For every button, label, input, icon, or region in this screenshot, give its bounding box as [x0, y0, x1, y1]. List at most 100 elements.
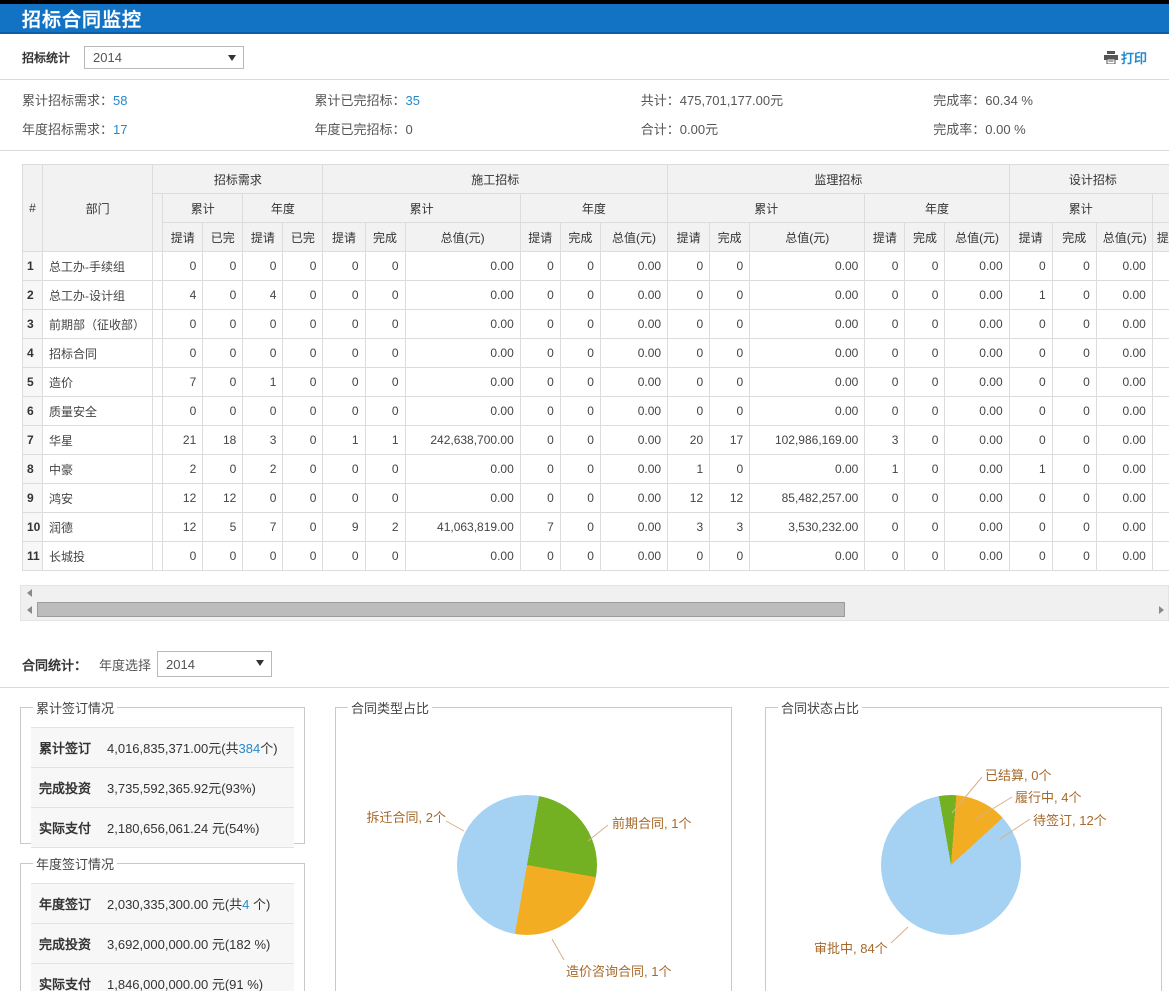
- value-cell: 0: [668, 542, 710, 571]
- colheader-requested: 提请: [865, 223, 905, 252]
- value-cell: 0: [1052, 484, 1096, 513]
- stat-year-amount: 合计：0.00元: [641, 119, 934, 138]
- value-cell: 0.00: [750, 310, 865, 339]
- table-row: 6质量安全0000000.00000.00000.00000.00000.00: [23, 397, 1169, 426]
- colheader-completed: 已完: [203, 223, 243, 252]
- value-cell: 3: [710, 513, 750, 542]
- print-button[interactable]: 打印: [1104, 48, 1147, 67]
- value-cell: 0: [560, 484, 600, 513]
- value-cell: 1: [1009, 281, 1052, 310]
- clipped-cell: [1152, 484, 1169, 513]
- value-cell: 0.00: [750, 455, 865, 484]
- stat-row-ann-invest: 完成投资 3,692,000,000.00 元(182 %): [31, 924, 294, 964]
- stat-total-done: 累计已完招标：35: [315, 90, 641, 109]
- value-cell: 4: [243, 281, 283, 310]
- clipped-cell: [153, 339, 163, 368]
- row-index: 10: [23, 513, 43, 542]
- scrollbar-track[interactable]: [21, 600, 1168, 620]
- value-cell: 0: [710, 455, 750, 484]
- value-cell: 0: [1009, 310, 1052, 339]
- contract-type-pie[interactable]: [457, 795, 597, 935]
- value-cell: 0: [203, 455, 243, 484]
- contract-status-panel: 合同状态占比 已结算, 0个 履行中, 4个 待签订, 12个 审批中, 84个: [765, 698, 1162, 991]
- colheader-done: 完成: [905, 223, 945, 252]
- contract-status-pie[interactable]: [881, 795, 1021, 935]
- value-cell: 0.00: [405, 542, 520, 571]
- bid-year-select[interactable]: 2014: [84, 46, 244, 69]
- value-cell: 0.00: [1096, 252, 1152, 281]
- value-cell: 0.00: [750, 368, 865, 397]
- scroll-left-icon[interactable]: [27, 589, 32, 597]
- pie-label-performing: 履行中, 4个: [1015, 787, 1081, 806]
- dept-name: 鸿安: [43, 484, 153, 513]
- clipped-cell: [1152, 252, 1169, 281]
- value-cell: 0: [905, 513, 945, 542]
- dept-name: 中豪: [43, 455, 153, 484]
- value-cell: 0: [1052, 513, 1096, 542]
- value-cell: 0: [163, 252, 203, 281]
- value-cell: 0: [1052, 542, 1096, 571]
- value-cell: 0.00: [405, 339, 520, 368]
- table-row: 2总工办-设计组4040000.00000.00000.00000.00100.…: [23, 281, 1169, 310]
- dept-name: 总工办-手续组: [43, 252, 153, 281]
- value-cell: 0: [1052, 252, 1096, 281]
- value-cell: 2: [243, 455, 283, 484]
- value-cell: 0: [865, 339, 905, 368]
- value-cell: 0: [323, 339, 365, 368]
- table-row: 5造价7010000.00000.00000.00000.00000.00: [23, 368, 1169, 397]
- value-cell: 85,482,257.00: [750, 484, 865, 513]
- dept-name: 润德: [43, 513, 153, 542]
- value-cell: 18: [203, 426, 243, 455]
- clipped-cell: [153, 397, 163, 426]
- value-cell: 0: [710, 368, 750, 397]
- value-cell: 0.00: [1096, 513, 1152, 542]
- value-cell: 0: [865, 281, 905, 310]
- value-cell: 0: [560, 252, 600, 281]
- colheader-requested: 提请: [163, 223, 203, 252]
- clipped-cell: [153, 252, 163, 281]
- value-cell: 0: [905, 281, 945, 310]
- clipped-cell: [153, 426, 163, 455]
- value-cell: 0.00: [945, 281, 1009, 310]
- stat-row-ann-signed: 年度签订 2,030,335,300.00 元(共4 个): [31, 883, 294, 924]
- value-cell: 0.00: [600, 281, 667, 310]
- value-cell: 0: [520, 455, 560, 484]
- value-cell: 12: [668, 484, 710, 513]
- stat-year-done: 年度已完招标：0: [315, 119, 641, 138]
- pie-label-cost-consult: 造价咨询合同, 1个: [566, 961, 671, 980]
- scrollbar-thumb[interactable]: [37, 602, 845, 617]
- value-cell: 0: [283, 542, 323, 571]
- table-row: 4招标合同0000000.00000.00000.00000.00000.00: [23, 339, 1169, 368]
- scrollbar-track-top[interactable]: [21, 586, 1168, 600]
- value-cell: 21: [163, 426, 203, 455]
- value-cell: 0.00: [405, 397, 520, 426]
- dept-name: 华星: [43, 426, 153, 455]
- table-horizontal-scrollbar[interactable]: [20, 585, 1169, 621]
- contract-panels: 累计签订情况 累计签订 4,016,835,371.00元(共384个) 完成投…: [0, 688, 1169, 991]
- value-cell: 0.00: [600, 252, 667, 281]
- value-cell: 5: [203, 513, 243, 542]
- value-cell: 9: [323, 513, 365, 542]
- pie-label-settled: 已结算, 0个: [985, 765, 1051, 784]
- value-cell: 0.00: [405, 281, 520, 310]
- value-cell: 12: [710, 484, 750, 513]
- value-cell: 0.00: [405, 484, 520, 513]
- value-cell: 0.00: [600, 397, 667, 426]
- value-cell: 3,530,232.00: [750, 513, 865, 542]
- subheader-cumulative: 累计: [1009, 194, 1152, 223]
- scroll-left-icon[interactable]: [27, 606, 32, 614]
- value-cell: 0: [668, 281, 710, 310]
- colheader-total-value: 总值(元): [600, 223, 667, 252]
- row-index: 5: [23, 368, 43, 397]
- value-cell: 0: [365, 252, 405, 281]
- clipped-cell: [153, 484, 163, 513]
- page-title: 招标合同监控: [22, 5, 142, 32]
- scroll-right-icon[interactable]: [1159, 606, 1164, 614]
- contract-year-select[interactable]: 2014: [157, 651, 272, 677]
- value-cell: 0: [1052, 455, 1096, 484]
- table-row: 9鸿安121200000.00000.00121285,482,257.0000…: [23, 484, 1169, 513]
- value-cell: 0: [365, 339, 405, 368]
- value-cell: 0: [520, 310, 560, 339]
- value-cell: 0: [203, 542, 243, 571]
- value-cell: 0: [865, 252, 905, 281]
